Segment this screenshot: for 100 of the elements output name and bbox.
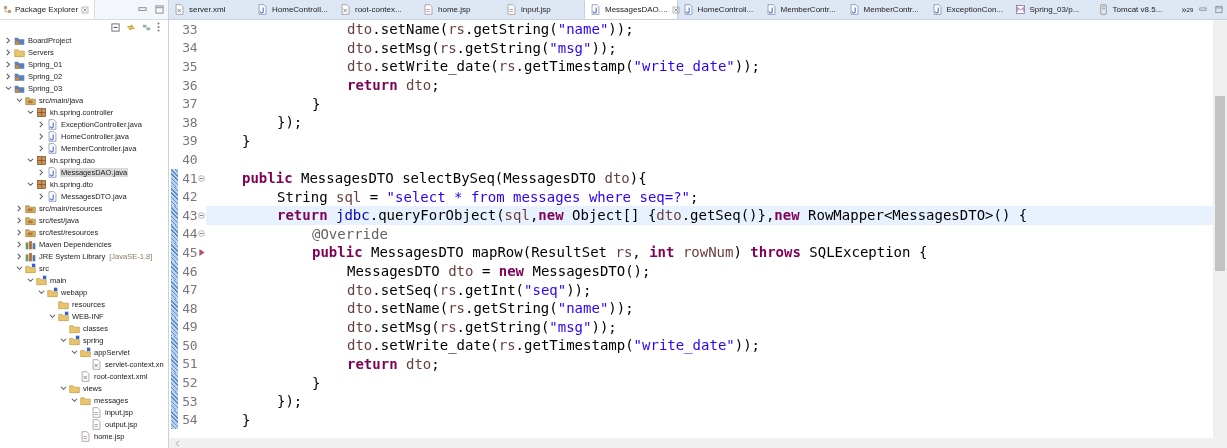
library-icon (25, 250, 36, 262)
package-icon (36, 154, 47, 166)
code-line: } (311, 374, 321, 391)
chevron-right-icon[interactable] (38, 192, 45, 200)
line-number: 44 (181, 226, 197, 242)
explorer-tab[interactable]: Package Explorer (0, 0, 96, 19)
editor-tab[interactable]: input.jsp (501, 0, 584, 19)
code-line: dto.setMsg(rs.getString("msg")); (346, 318, 617, 335)
folder-icon (58, 298, 69, 310)
java-file-icon (590, 4, 601, 15)
folder-icon (47, 286, 58, 298)
line-number: 37 (181, 96, 197, 112)
line-number: 34 (181, 40, 197, 56)
source-folder-icon (25, 226, 36, 238)
xml-file-icon (80, 370, 91, 382)
code-line: dto.setName(rs.getString("name")); (346, 21, 634, 38)
java-file-icon (257, 4, 268, 15)
code-line: dto.setWrite_date(rs.getTimestamp("write_date")); (346, 58, 761, 75)
line-number: 49 (181, 319, 197, 335)
xml-file-icon (91, 358, 102, 370)
editor-tab[interactable]: MemberContr... (843, 0, 927, 19)
editor-tab[interactable]: home.jsp (418, 0, 501, 19)
editor-tab[interactable]: MessagesDAO.... (584, 0, 678, 19)
java-file-icon (47, 130, 58, 142)
source-folder-icon (25, 94, 36, 106)
server-icon (1097, 4, 1109, 15)
code-line: }); (276, 393, 303, 410)
code-line: dto.setMsg(rs.getString("msg")); (346, 39, 617, 56)
line-number: 36 (181, 77, 197, 93)
line-number: 46 (181, 263, 197, 279)
line-number: 41 (181, 170, 197, 186)
line-number: 45 (181, 244, 197, 260)
chevron-down-icon[interactable] (27, 180, 34, 188)
jsp-file-icon (80, 430, 91, 442)
line-number: 39 (181, 133, 197, 149)
source-folder-icon (25, 202, 36, 214)
code-line: } (241, 411, 251, 428)
java-file-icon (47, 142, 58, 154)
code-line: dto.setWrite_date(rs.getTimestamp("write_date")); (346, 337, 761, 354)
java-file-icon (47, 166, 58, 178)
editor-tab[interactable]: HomeControll... (252, 0, 335, 19)
line-number: 52 (181, 375, 197, 391)
line-number: 40 (181, 151, 197, 167)
code-line: }); (276, 114, 303, 131)
minimize-icon[interactable] (138, 5, 147, 14)
close-icon (671, 5, 680, 14)
line-number: 48 (181, 300, 197, 316)
source-folder-icon (25, 214, 36, 226)
jsp-file-icon (506, 4, 517, 15)
package-icon (36, 106, 47, 118)
chevron-right-icon[interactable] (38, 168, 45, 176)
code-line: @Override (311, 225, 388, 242)
fold-icon[interactable] (198, 174, 205, 182)
code-line: String sql = "select * from messages where seq=?"; (276, 188, 699, 205)
line-number: 53 (181, 393, 197, 409)
code-line: return jdbc.queryForObject(sql,new Object[] {dto.getSeq()},new RowMapper<MessagesDTO>() { (276, 207, 1028, 224)
fold-icon[interactable] (198, 211, 205, 219)
folder-icon (58, 310, 69, 322)
code-line: dto.setSeq(rs.getInt("seq")); (346, 281, 592, 298)
editor-tab[interactable]: MemberContr... (760, 0, 844, 19)
java-file-icon (47, 190, 58, 202)
jsp-file-icon (423, 4, 434, 15)
package-explorer-icon (3, 5, 12, 14)
code-line: } (311, 95, 321, 112)
line-number: 38 (181, 114, 197, 130)
collapse-all-icon[interactable] (111, 22, 120, 32)
folder-icon (69, 334, 80, 346)
code-line: } (241, 132, 251, 149)
code-line: MessagesDTO dto = new MessagesDTO(); (346, 263, 651, 279)
java-file-icon (682, 4, 694, 15)
line-number: 47 (181, 282, 197, 298)
scrollbar-thumb[interactable] (1215, 96, 1225, 271)
java-file-icon (931, 4, 943, 15)
close-icon (81, 5, 90, 14)
folder-icon (36, 274, 47, 286)
editor-tab[interactable]: Spring_03/p... (1009, 0, 1093, 19)
vertical-scrollbar[interactable] (1213, 20, 1227, 448)
horizontal-scrollbar[interactable] (169, 438, 1213, 448)
code-line: return dto; (346, 77, 440, 94)
line-number: 43 (181, 207, 197, 223)
editor-tab[interactable]: root-contex... (335, 0, 418, 19)
line-number: 51 (181, 356, 197, 372)
code-line: public MessagesDTO selectBySeq(MessagesDTO dto){ (241, 170, 647, 187)
chevron-down-icon[interactable] (49, 312, 56, 320)
fold-icon[interactable] (198, 230, 205, 238)
editor-tab[interactable]: server.xml (169, 0, 252, 19)
editor-tab[interactable]: HomeControll... (677, 0, 761, 19)
code-line: return dto; (346, 356, 440, 372)
chevron-down-icon[interactable] (27, 156, 34, 164)
jsp-file-icon (91, 418, 102, 430)
line-number: 50 (181, 337, 197, 353)
editor-tab[interactable]: Tomcat v8.5... (1092, 0, 1176, 19)
line-number: 42 (181, 189, 197, 205)
jsp-file-icon (91, 406, 102, 418)
folder-icon (14, 46, 25, 58)
view-menu-icon[interactable] (157, 22, 160, 32)
folder-icon (80, 346, 91, 358)
java-file-icon (765, 4, 777, 15)
editor-tab[interactable]: ExceptionCon... (926, 0, 1010, 19)
folder-icon (25, 262, 36, 274)
